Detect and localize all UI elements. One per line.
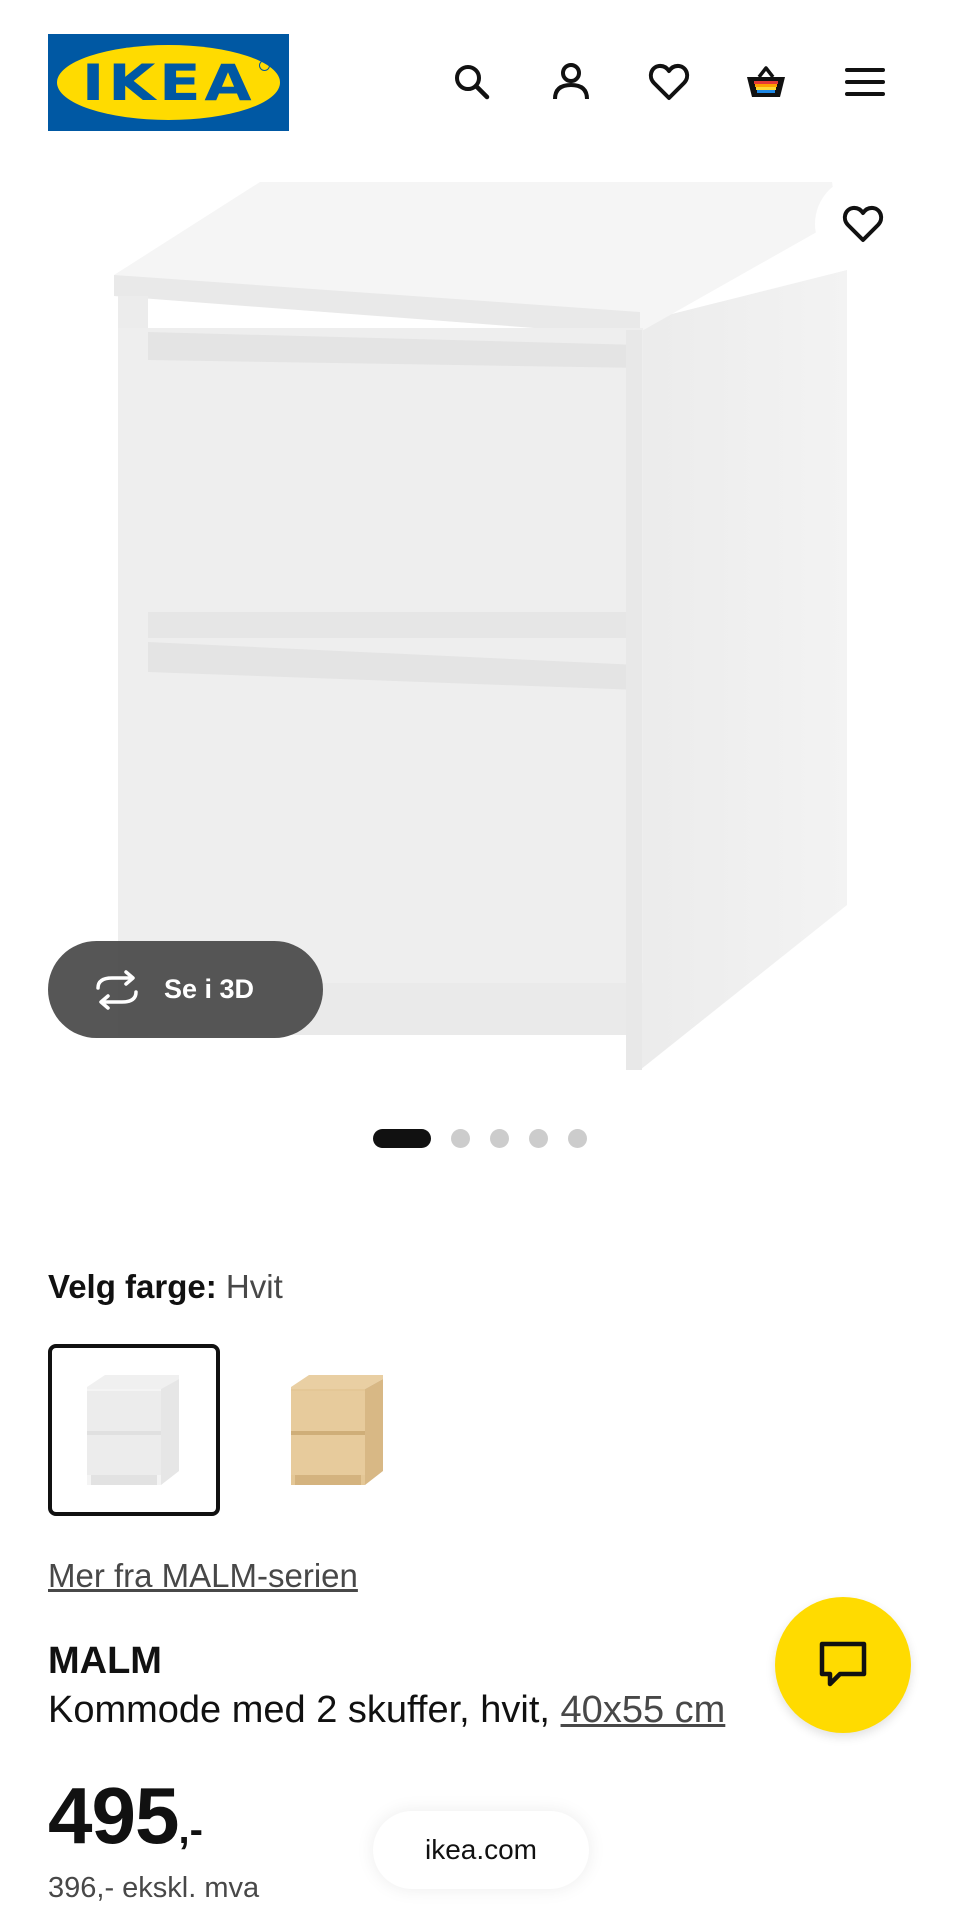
cart-icon[interactable] [742, 58, 790, 106]
pagination-dot-2[interactable] [451, 1128, 470, 1148]
pagination-dot-3[interactable] [490, 1128, 509, 1148]
heart-icon [842, 205, 884, 242]
heart-icon[interactable] [645, 58, 693, 106]
browser-url-pill[interactable]: ikea.com [373, 1811, 589, 1889]
see-in-3d-button[interactable]: Se i 3D [48, 941, 323, 1038]
see-in-3d-label: Se i 3D [164, 974, 255, 1004]
product-price: 495,- [48, 1770, 203, 1862]
product-name: MALM [48, 1640, 162, 1682]
menu-icon[interactable] [841, 58, 889, 106]
product-description-text: Kommode med 2 skuffer, hvit, [48, 1689, 550, 1731]
series-link[interactable]: Mer fra MALM-serien [48, 1557, 358, 1595]
gallery-pagination [373, 1128, 587, 1148]
price-suffix: ,- [178, 1808, 203, 1852]
color-value: Hvit [225, 1268, 283, 1305]
chat-button[interactable] [775, 1597, 911, 1733]
chat-bubble-icon [819, 1641, 867, 1687]
color-swatch-white[interactable] [48, 1344, 220, 1516]
birch-dresser-thumbnail [291, 1375, 383, 1485]
white-dresser-thumbnail [87, 1375, 179, 1485]
product-description: Kommode med 2 skuffer, hvit, 40x55 cm [48, 1689, 725, 1732]
price-excl-vat: 396,- ekskl. mva [48, 1872, 260, 1904]
logo-wordmark: IKEA [81, 53, 256, 112]
search-icon[interactable] [448, 58, 496, 106]
pagination-dot-5[interactable] [568, 1128, 587, 1148]
ikea-logo[interactable]: IKEA [48, 34, 289, 131]
rotate-3d-icon [96, 969, 138, 1010]
price-value: 495 [48, 1771, 179, 1860]
registered-mark [259, 60, 270, 71]
product-size-link[interactable]: 40x55 cm [561, 1689, 726, 1731]
save-favorite-button[interactable] [815, 176, 911, 272]
color-swatch-birch[interactable] [252, 1344, 424, 1516]
color-label: Velg farge: Hvit [48, 1268, 283, 1306]
pagination-dot-1[interactable] [373, 1128, 431, 1148]
pagination-dot-4[interactable] [529, 1128, 548, 1148]
account-icon[interactable] [547, 58, 595, 106]
header: IKEA [0, 0, 960, 160]
color-label-title: Velg farge: [48, 1268, 217, 1305]
